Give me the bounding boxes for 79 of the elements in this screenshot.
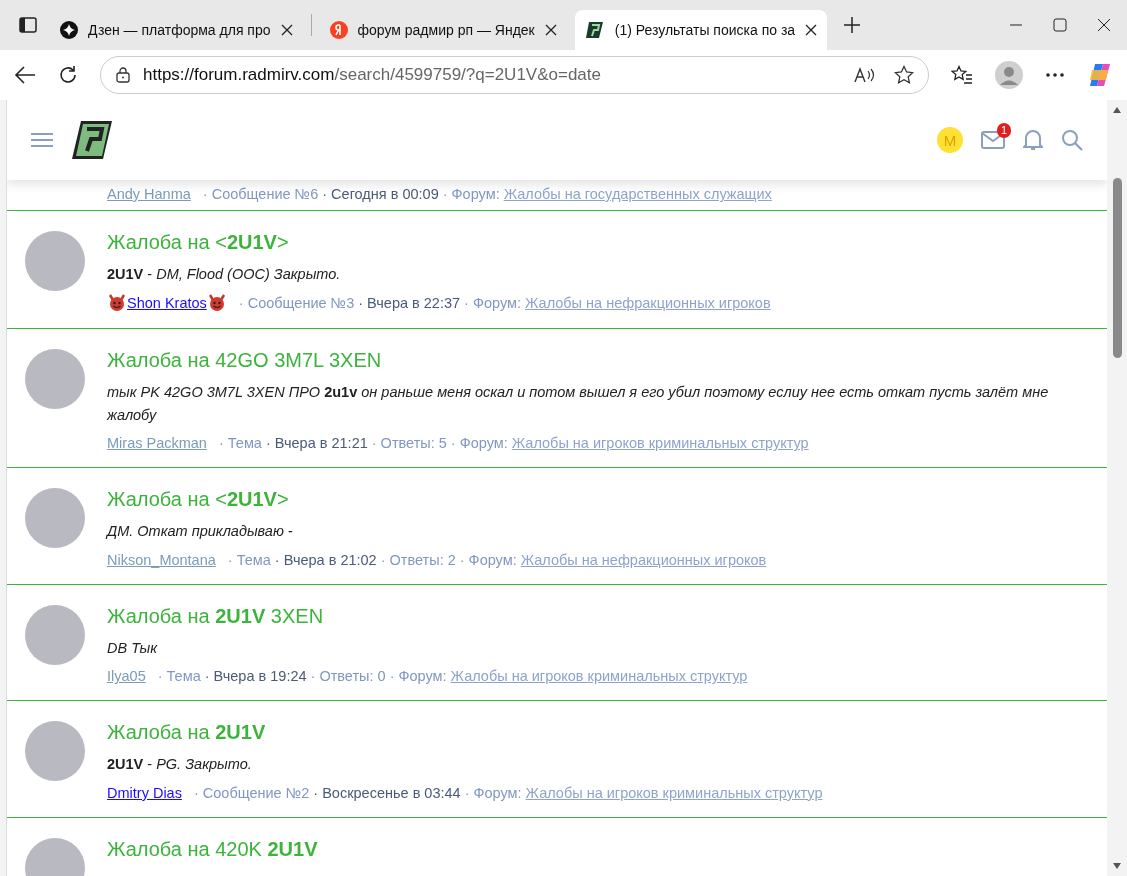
result-title-link[interactable]: Жалоба на <2U1V> <box>107 488 1089 512</box>
author-link[interactable]: Nikson_Montana <box>107 551 216 568</box>
close-icon[interactable] <box>805 24 818 36</box>
result-type: · Тема <box>218 435 262 452</box>
result-snippet: ДМ. Откат прикладываю - <box>107 522 294 542</box>
logo-icon <box>584 20 605 40</box>
author-link[interactable]: Dmitry Dias <box>107 784 182 801</box>
forum-link[interactable]: Жалобы на государственных служащих <box>503 186 772 202</box>
search-icon[interactable] <box>1061 129 1083 151</box>
scroll-down-icon[interactable] <box>1112 862 1122 870</box>
more-icon[interactable] <box>1045 72 1065 78</box>
browser-tab[interactable]: Дзен — платформа для про <box>50 10 303 50</box>
back-arrow-icon[interactable] <box>14 65 36 85</box>
result-date: · Сегодня в 00:09 <box>322 186 439 202</box>
close-icon[interactable] <box>544 24 557 36</box>
scroll-up-icon[interactable] <box>1112 106 1122 114</box>
author-link[interactable]: Shon Kratos <box>107 294 227 313</box>
reply-count: · Ответы: 2 <box>380 551 456 568</box>
maximize-icon[interactable] <box>1053 18 1067 32</box>
avatar-photo-placeholder <box>25 231 85 291</box>
result-title-link[interactable]: Жалоба на 420K 2U1V <box>107 837 1089 861</box>
url-text: https://forum.radmirv.com/search/4599759/?q=2U1V&o=date <box>143 65 601 85</box>
author-link[interactable]: Ilya05 <box>107 668 146 685</box>
result-type: · Сообщение №2 <box>193 784 310 801</box>
result-type: · Тема <box>227 551 271 568</box>
unread-count: 1 <box>996 123 1011 138</box>
author-link[interactable]: Miras Packman <box>107 435 207 452</box>
scrollbar-thumb[interactable] <box>1112 178 1122 358</box>
forum-label: · Форум: <box>450 435 508 452</box>
result-date: · Воскресенье в 03:44 <box>313 784 461 801</box>
copilot-icon[interactable] <box>1087 62 1113 88</box>
result-title-link[interactable]: Жалоба на 42GO 3M7L 3XEN <box>107 349 1089 373</box>
devil-icon <box>108 294 126 313</box>
forum-link[interactable]: Жалобы на игроков криминальных структур <box>511 435 809 452</box>
result-snippet: DB Тык <box>107 638 159 658</box>
new-tab-icon[interactable] <box>843 16 862 34</box>
result-type: · Тема <box>157 668 201 685</box>
bell-icon[interactable] <box>1023 129 1043 151</box>
author-link[interactable]: Andy Hanma <box>107 186 191 202</box>
reply-count: · Ответы: 0 <box>310 668 386 685</box>
read-aloud-icon[interactable] <box>854 66 876 84</box>
forum-label: · Форум: <box>459 551 517 568</box>
devil-icon <box>207 294 226 313</box>
forum-link[interactable]: Жалобы на нефракционных игроков <box>525 295 771 312</box>
result-type: · Сообщение №6 <box>202 186 319 202</box>
result-type: · Сообщение №3 <box>238 295 355 312</box>
tab-actions-icon[interactable] <box>18 15 38 35</box>
result-title-link[interactable]: Жалоба на <2U1V> <box>107 231 1089 254</box>
forum-label: · Форум: <box>442 186 500 202</box>
favorites-icon[interactable] <box>951 65 973 85</box>
forum-link[interactable]: Жалобы на игроков криминальных структур <box>450 668 748 685</box>
result-snippet: 2U1V - DM, Flood (OOC) Закрыто. <box>107 265 342 284</box>
sparkle-icon <box>60 21 78 39</box>
result-date: · Вчера в 22:37 <box>358 295 461 312</box>
logo-icon[interactable] <box>71 119 113 161</box>
result-date: · Вчера в 21:02 <box>274 551 377 568</box>
result-title-link[interactable]: Жалоба на 2U1V 3XEN <box>107 604 1089 628</box>
forum-link[interactable]: Жалобы на игроков криминальных структур <box>525 784 823 801</box>
lock-icon <box>115 67 131 83</box>
close-icon[interactable] <box>280 24 293 36</box>
menu-icon[interactable] <box>31 132 53 148</box>
browser-tab[interactable]: (1) Результаты поиска по за <box>574 10 828 50</box>
profile-avatar-icon[interactable] <box>995 61 1023 89</box>
user-avatar[interactable]: M <box>937 127 963 153</box>
forum-label: · Форум: <box>389 668 447 685</box>
forum-label: · Форум: <box>464 295 521 312</box>
close-icon[interactable] <box>1097 18 1111 32</box>
result-snippet: 2U1V - PG. Закрыто. <box>107 755 253 775</box>
result-date: · Вчера в 19:24 <box>204 668 307 685</box>
forum-link[interactable]: Жалобы на нефракционных игроков <box>520 551 767 568</box>
reply-count: · Ответы: 5 <box>371 435 447 452</box>
letter-circle-icon <box>329 21 348 39</box>
result-snippet: тык PK 42GO 3M7L 3XEN ПРО 2u1v он раньше меня оскал и потом вышел я его убил поэтому еслиу нее есть откат пусть залёт мне жалобу <box>107 383 1050 425</box>
browser-tab[interactable]: форум радмир рп — Яндек <box>319 10 567 50</box>
result-date: · Вчера в 21:21 <box>265 435 368 452</box>
star-icon[interactable] <box>894 65 914 85</box>
result-title-link[interactable]: Жалоба на 2U1V <box>107 721 1089 745</box>
forum-label: · Форум: <box>464 784 522 801</box>
reload-icon[interactable] <box>58 65 78 85</box>
